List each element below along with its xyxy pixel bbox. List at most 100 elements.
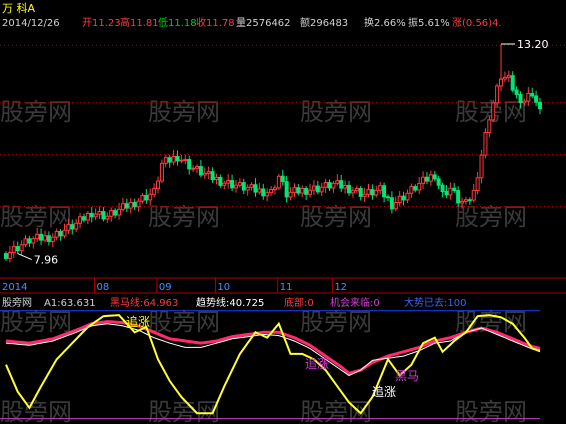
candle-body bbox=[319, 186, 324, 193]
quote-field: 换2.66% bbox=[364, 16, 406, 29]
quote-field: 涨(0.56)4. bbox=[452, 17, 502, 29]
candle-body bbox=[198, 166, 203, 176]
candle-body bbox=[514, 89, 519, 95]
candle-body bbox=[15, 246, 20, 252]
candle-body bbox=[471, 189, 476, 201]
watermark-text: 股旁网 bbox=[455, 398, 527, 424]
candle-body bbox=[495, 85, 500, 104]
candle-body bbox=[222, 182, 227, 186]
watermark-text: 股旁网 bbox=[148, 203, 220, 231]
x-axis-label: 2014 bbox=[2, 282, 27, 293]
candle-body bbox=[374, 189, 379, 196]
candle-body bbox=[456, 190, 461, 204]
chart-canvas[interactable]: 股旁网 股旁网 股旁网 股旁网股旁网 股旁网 股旁网 股旁网股旁网 股旁网 股旁网 股旁网股旁网股… bbox=[0, 0, 566, 424]
candle-body bbox=[339, 180, 344, 189]
candle-body bbox=[502, 76, 507, 80]
candle-body bbox=[378, 185, 383, 191]
quote-field: 2014/12/26 bbox=[2, 18, 60, 29]
candle-body bbox=[35, 233, 40, 240]
watermark-text: 股旁网 bbox=[0, 203, 72, 231]
watermark-text: 股旁网 bbox=[148, 308, 220, 336]
candle-body bbox=[179, 159, 184, 162]
candle-body bbox=[428, 174, 433, 182]
candle-body bbox=[475, 177, 480, 191]
candle-body bbox=[237, 182, 242, 186]
candle-body bbox=[66, 224, 71, 231]
candle-body bbox=[74, 222, 79, 230]
candle-body bbox=[467, 199, 472, 202]
candle-body bbox=[39, 233, 44, 241]
signal-label: 追涨 bbox=[305, 356, 329, 371]
x-axis-label: 10 bbox=[217, 282, 230, 293]
candle-body bbox=[382, 185, 387, 198]
candle-body bbox=[249, 184, 254, 188]
candle-body bbox=[343, 184, 348, 189]
candle-body bbox=[120, 203, 125, 210]
candle-body bbox=[397, 195, 402, 203]
candle-body bbox=[159, 162, 164, 182]
indicator-field: A1:63.631 bbox=[44, 298, 96, 309]
candle-body bbox=[315, 185, 320, 193]
candle-body bbox=[331, 182, 336, 189]
candle-body bbox=[27, 238, 32, 244]
candle-body bbox=[261, 188, 266, 197]
candle-body bbox=[233, 184, 238, 189]
watermark-text: 股旁网 bbox=[300, 203, 372, 231]
candle-body bbox=[19, 244, 24, 252]
candle-body bbox=[218, 176, 223, 186]
watermark-text: 股旁网 bbox=[300, 308, 372, 336]
candle-body bbox=[393, 201, 398, 210]
candle-body bbox=[491, 102, 496, 121]
indicator-field: 股旁网 bbox=[2, 296, 32, 309]
candle-body bbox=[46, 235, 51, 242]
candle-body bbox=[42, 235, 47, 241]
indicator-field: 趋势线:40.725 bbox=[196, 296, 264, 309]
x-axis-label: 12 bbox=[334, 282, 347, 293]
candle-body bbox=[31, 238, 36, 244]
candle-body bbox=[409, 186, 414, 194]
candle-body bbox=[4, 253, 8, 259]
candle-body bbox=[284, 181, 289, 198]
candle-body bbox=[89, 212, 94, 218]
signal-label: 黑马 bbox=[395, 369, 419, 383]
candle-body bbox=[350, 190, 355, 194]
candle-body bbox=[272, 187, 277, 191]
candle-body bbox=[530, 93, 535, 97]
low-marker-line bbox=[17, 253, 32, 261]
candle-body bbox=[62, 229, 67, 237]
watermark-text: 股旁网 bbox=[455, 203, 527, 231]
candle-body bbox=[518, 93, 523, 104]
quote-field: 收11.78 bbox=[196, 16, 235, 29]
candle-body bbox=[362, 193, 367, 197]
candle-body bbox=[148, 193, 153, 201]
candle-body bbox=[81, 216, 86, 221]
candle-body bbox=[347, 184, 352, 194]
candle-body bbox=[210, 171, 215, 181]
candle-body bbox=[128, 201, 133, 209]
indicator-field: 机会来临:0 bbox=[330, 296, 380, 309]
candle-body bbox=[483, 132, 488, 156]
candle-body bbox=[136, 200, 141, 208]
quote-field: 量2576462 bbox=[236, 17, 291, 29]
candle-body bbox=[70, 224, 75, 230]
candle-body bbox=[269, 189, 274, 194]
candle-body bbox=[506, 75, 511, 78]
candle-body bbox=[183, 159, 188, 162]
candle-body bbox=[300, 187, 305, 194]
candle-body bbox=[265, 192, 270, 197]
candle-body bbox=[214, 176, 219, 181]
quote-field: 额296483 bbox=[300, 16, 348, 29]
candle-body bbox=[11, 246, 16, 253]
candle-body bbox=[448, 187, 453, 196]
candle-body bbox=[335, 180, 340, 184]
candle-body bbox=[253, 184, 258, 193]
candle-body bbox=[152, 188, 157, 195]
stock-chart-window: 股旁网 股旁网 股旁网 股旁网 股旁网 股旁网 股旁网 股旁网 股旁网 股旁网 股旁网 股旁网 股旁网股… bbox=[0, 0, 566, 424]
candle-body bbox=[288, 191, 293, 198]
candle-body bbox=[417, 182, 422, 191]
candle-body bbox=[308, 189, 313, 195]
candle-body bbox=[280, 175, 285, 183]
candle-body bbox=[54, 231, 59, 238]
signal-label: 追涨 bbox=[126, 314, 150, 329]
quote-field: 开11.23 bbox=[82, 18, 121, 29]
